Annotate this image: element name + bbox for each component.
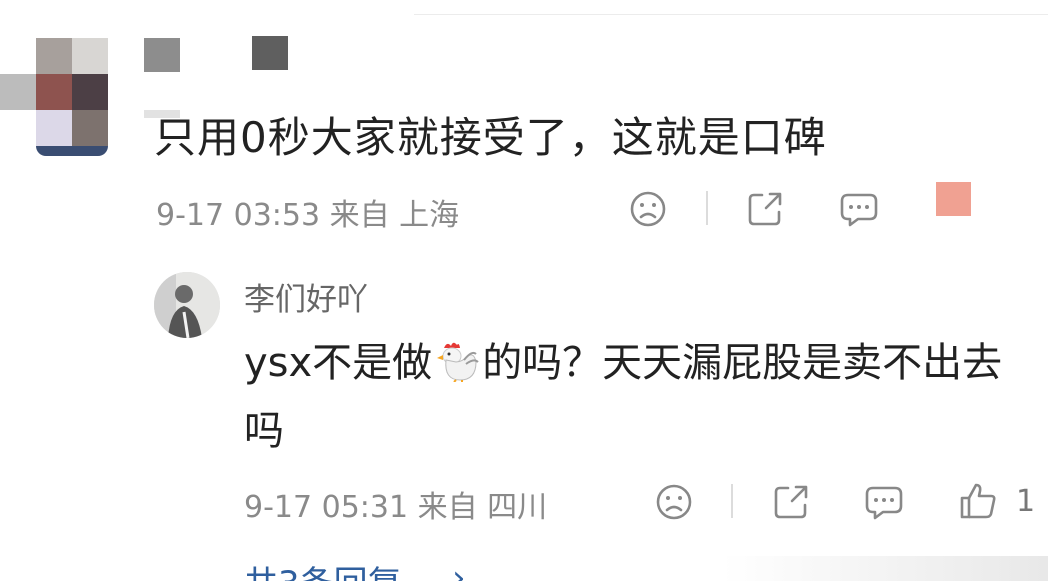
comment-meta: 9-17 03:53 来自 上海 xyxy=(156,190,459,234)
chevron-right-icon[interactable]: › xyxy=(452,558,466,581)
divider xyxy=(414,14,1048,15)
bottom-fade xyxy=(722,556,1048,581)
share-icon[interactable] xyxy=(772,483,810,521)
like-badge[interactable] xyxy=(936,182,971,216)
thread-dots: · · · · · · xyxy=(158,574,243,581)
more-replies-link[interactable]: 共3条回复 xyxy=(244,556,402,581)
avatar-mosaic-block xyxy=(252,36,288,70)
like-count: 1 xyxy=(1016,484,1036,519)
reply-location: 来自 四川 xyxy=(417,490,548,525)
divider xyxy=(731,484,733,518)
reply-text: ysx不是做 的吗？天天漏屁股是卖不出去吗 xyxy=(244,332,1034,462)
reply-username[interactable]: 李们好吖 xyxy=(244,274,368,319)
reply-text-before: ysx不是做 xyxy=(244,340,433,386)
divider xyxy=(706,191,708,225)
reply-time: 9-17 05:31 xyxy=(244,490,409,525)
comment-icon[interactable] xyxy=(839,190,879,228)
rooster-emoji-icon xyxy=(434,338,480,400)
dislike-icon[interactable] xyxy=(655,483,693,521)
comment-time: 9-17 03:53 xyxy=(156,198,321,233)
comment-thread: 只用0秒大家就接受了，这就是口碑 9-17 03:53 来自 上海 李们好吖 y… xyxy=(0,0,1048,581)
comment-text: 只用0秒大家就接受了，这就是口碑 xyxy=(154,113,827,162)
share-icon[interactable] xyxy=(746,190,784,228)
comment-location: 来自 上海 xyxy=(329,198,460,233)
comment-icon[interactable] xyxy=(864,483,904,521)
reply-meta: 9-17 05:31 来自 四川 xyxy=(244,482,547,526)
dislike-icon[interactable] xyxy=(629,190,667,228)
thumbs-up-icon[interactable] xyxy=(958,481,998,521)
reply-avatar[interactable] xyxy=(154,272,220,338)
